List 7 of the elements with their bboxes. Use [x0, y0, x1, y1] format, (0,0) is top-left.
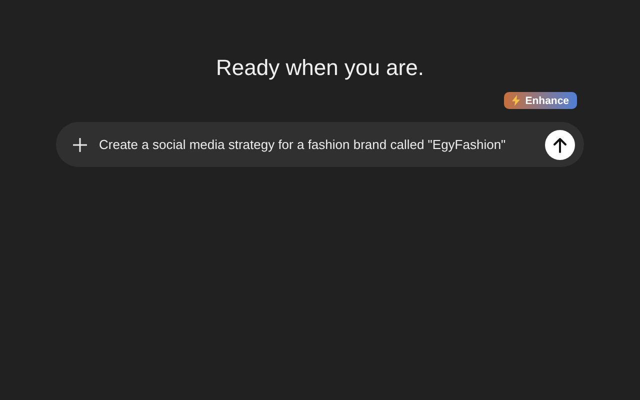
enhance-button[interactable]: Enhance [504, 92, 577, 109]
plus-icon[interactable] [73, 138, 87, 152]
send-button[interactable] [545, 130, 575, 160]
heading: Ready when you are. [215, 54, 425, 82]
arrow-up-icon [553, 136, 567, 152]
prompt-input[interactable]: Create a social media strategy for a fashion brand called "EgyFashion" [99, 137, 545, 152]
lightning-icon [512, 95, 520, 106]
